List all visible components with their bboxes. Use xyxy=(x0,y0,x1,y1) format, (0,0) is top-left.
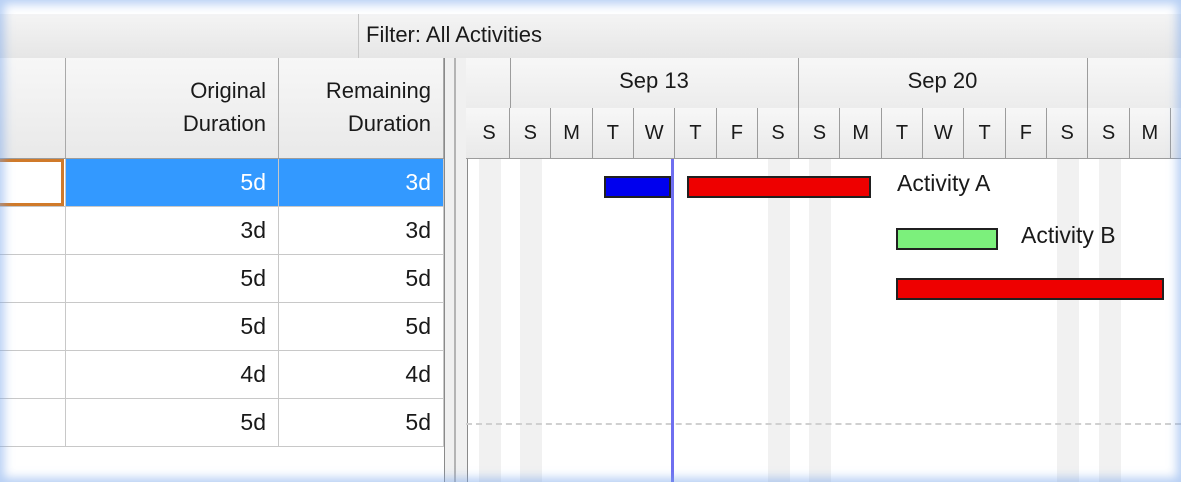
original-duration-cell[interactable]: 3d xyxy=(66,207,279,254)
nonwork-shading xyxy=(1057,158,1080,482)
remaining-duration-cell[interactable]: 5d xyxy=(279,255,444,302)
activity-bar-label: Activity A xyxy=(897,170,991,196)
remaining-duration-cell[interactable]: 3d xyxy=(279,159,444,206)
filter-bar-spacer xyxy=(0,14,359,58)
timescale-days: SSMTWTFSSMTWTFSSM xyxy=(466,108,1181,159)
nonwork-shading xyxy=(479,158,501,482)
table-row[interactable]: 5d 3d xyxy=(0,159,444,207)
day-header: S xyxy=(469,108,510,158)
cell-focus-box xyxy=(0,159,64,206)
week-header-partial xyxy=(466,58,511,108)
day-header: F xyxy=(717,108,758,158)
day-header: M xyxy=(552,108,593,158)
header-line: Remaining xyxy=(325,78,431,103)
day-header: S xyxy=(1047,108,1089,158)
row-id-cell[interactable] xyxy=(0,207,66,254)
header-line: Duration xyxy=(182,111,266,136)
column-header-blank[interactable] xyxy=(0,58,66,158)
day-header: M xyxy=(1130,108,1171,158)
week-header: Sep 13 xyxy=(510,58,799,108)
activity-bar-label: Activity B xyxy=(1021,222,1116,248)
day-header: T xyxy=(965,108,1006,158)
original-duration-cell[interactable]: 5d xyxy=(66,255,279,302)
gantt-chart[interactable]: Sep 13 Sep 20 SSMTWTFSSMTWTFSSM Activity… xyxy=(466,58,1181,482)
row-id-cell[interactable] xyxy=(0,351,66,398)
day-header: T xyxy=(676,108,717,158)
activity-bar-c[interactable] xyxy=(896,278,1164,300)
column-header-original-duration[interactable]: Original Duration xyxy=(66,58,279,158)
remaining-duration-cell[interactable]: 5d xyxy=(279,399,444,446)
row-id-cell[interactable] xyxy=(0,399,66,446)
row-id-cell[interactable] xyxy=(0,303,66,350)
day-header: T xyxy=(882,108,923,158)
gridline-dashed xyxy=(466,423,1181,425)
day-header: T xyxy=(593,108,634,158)
original-duration-cell[interactable]: 5d xyxy=(66,159,279,206)
table-row[interactable]: 5d 5d xyxy=(0,303,444,351)
day-header: S xyxy=(1089,108,1130,158)
row-id-cell[interactable] xyxy=(0,159,66,206)
nonwork-shading xyxy=(768,158,791,482)
original-duration-cell[interactable]: 5d xyxy=(66,303,279,350)
day-header: W xyxy=(634,108,676,158)
column-header-row: Original Duration Remaining Duration xyxy=(0,58,444,159)
day-header: S xyxy=(799,108,841,158)
header-line: Duration xyxy=(347,111,431,136)
original-duration-cell[interactable]: 4d xyxy=(66,351,279,398)
nonwork-shading xyxy=(520,158,543,482)
original-duration-cell[interactable]: 5d xyxy=(66,399,279,446)
table-row[interactable]: 4d 4d xyxy=(0,351,444,399)
table-row[interactable]: 5d 5d xyxy=(0,255,444,303)
day-header: S xyxy=(758,108,800,158)
filter-bar: Filter: All Activities xyxy=(0,14,1181,59)
column-header-remaining-duration[interactable]: Remaining Duration xyxy=(279,58,444,158)
remaining-duration-cell[interactable]: 4d xyxy=(279,351,444,398)
week-header: Sep 20 xyxy=(798,58,1088,108)
pane-splitter[interactable] xyxy=(444,58,468,482)
header-line: Original xyxy=(190,78,266,103)
filter-label[interactable]: Filter: All Activities xyxy=(366,22,542,48)
data-date-line[interactable] xyxy=(671,158,674,482)
nonwork-shading xyxy=(1098,158,1121,482)
activity-bar-actual[interactable] xyxy=(604,176,671,198)
table-row[interactable]: 5d 5d xyxy=(0,399,444,447)
remaining-duration-cell[interactable]: 5d xyxy=(279,303,444,350)
activity-bar-a[interactable] xyxy=(687,176,871,198)
remaining-duration-cell[interactable]: 3d xyxy=(279,207,444,254)
day-header: F xyxy=(1006,108,1047,158)
activity-bar-b[interactable] xyxy=(896,228,998,250)
day-header: S xyxy=(510,108,552,158)
day-header: M xyxy=(841,108,882,158)
day-header: W xyxy=(923,108,965,158)
row-id-cell[interactable] xyxy=(0,255,66,302)
nonwork-shading xyxy=(809,158,832,482)
table-row[interactable]: 3d 3d xyxy=(0,207,444,255)
timescale-weeks: Sep 13 Sep 20 xyxy=(466,58,1181,109)
